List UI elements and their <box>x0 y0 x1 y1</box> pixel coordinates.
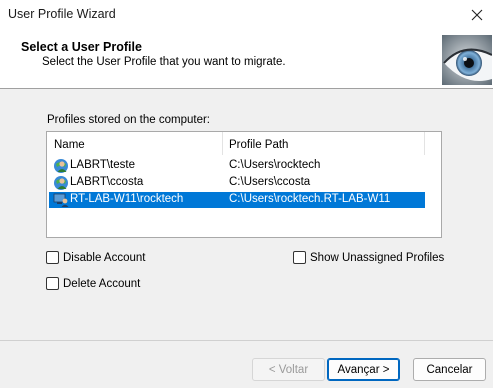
page-title: Select a User Profile <box>21 40 142 54</box>
user-profile-icon <box>54 176 68 190</box>
column-header-path[interactable]: Profile Path <box>222 132 425 155</box>
profile-name: LABRT\teste <box>70 159 135 171</box>
delete-account-label: Delete Account <box>63 277 141 290</box>
checkbox-box[interactable] <box>46 277 59 290</box>
footer-divider <box>0 340 493 341</box>
profile-row[interactable]: LABRT\ccosta C:\Users\ccosta <box>49 175 425 191</box>
profiles-group-label: Profiles stored on the computer: <box>47 114 210 126</box>
disable-account-label: Disable Account <box>63 251 146 264</box>
profile-name: LABRT\ccosta <box>70 176 144 188</box>
cancel-button[interactable]: Cancelar <box>413 358 486 381</box>
disable-account-checkbox[interactable]: Disable Account <box>46 251 145 264</box>
checkbox-box[interactable] <box>46 251 59 264</box>
profile-name: RT-LAB-W11\rocktech <box>70 193 184 205</box>
back-button[interactable]: < Voltar <box>252 358 325 381</box>
show-unassigned-label: Show Unassigned Profiles <box>310 251 445 264</box>
profiles-list[interactable]: Name Profile Path LABRT\teste C:\Users\r… <box>46 131 442 238</box>
profile-path: C:\Users\rocktech <box>229 159 321 171</box>
show-unassigned-checkbox[interactable]: Show Unassigned Profiles <box>293 251 444 264</box>
profile-path: C:\Users\ccosta <box>229 176 311 188</box>
eye-image <box>442 35 492 85</box>
delete-account-checkbox[interactable]: Delete Account <box>46 277 140 290</box>
profile-path: C:\Users\rocktech.RT-LAB-W11 <box>229 193 391 205</box>
computer-user-icon <box>53 193 69 207</box>
close-icon[interactable] <box>465 3 489 27</box>
list-header: Name Profile Path <box>47 132 441 155</box>
column-header-name[interactable]: Name <box>47 132 222 155</box>
next-button[interactable]: Avançar > <box>327 358 400 381</box>
checkbox-box[interactable] <box>293 251 306 264</box>
user-profile-icon <box>54 159 68 173</box>
wizard-header: Select a User Profile Select the User Pr… <box>0 30 493 89</box>
page-subtitle: Select the User Profile that you want to… <box>42 56 286 68</box>
title-bar: User Profile Wizard <box>0 0 493 30</box>
profile-row[interactable]: LABRT\teste C:\Users\rocktech <box>49 158 425 174</box>
window-title: User Profile Wizard <box>8 7 116 21</box>
profile-row-selected[interactable]: RT-LAB-W11\rocktech C:\Users\rocktech.RT… <box>49 192 425 208</box>
